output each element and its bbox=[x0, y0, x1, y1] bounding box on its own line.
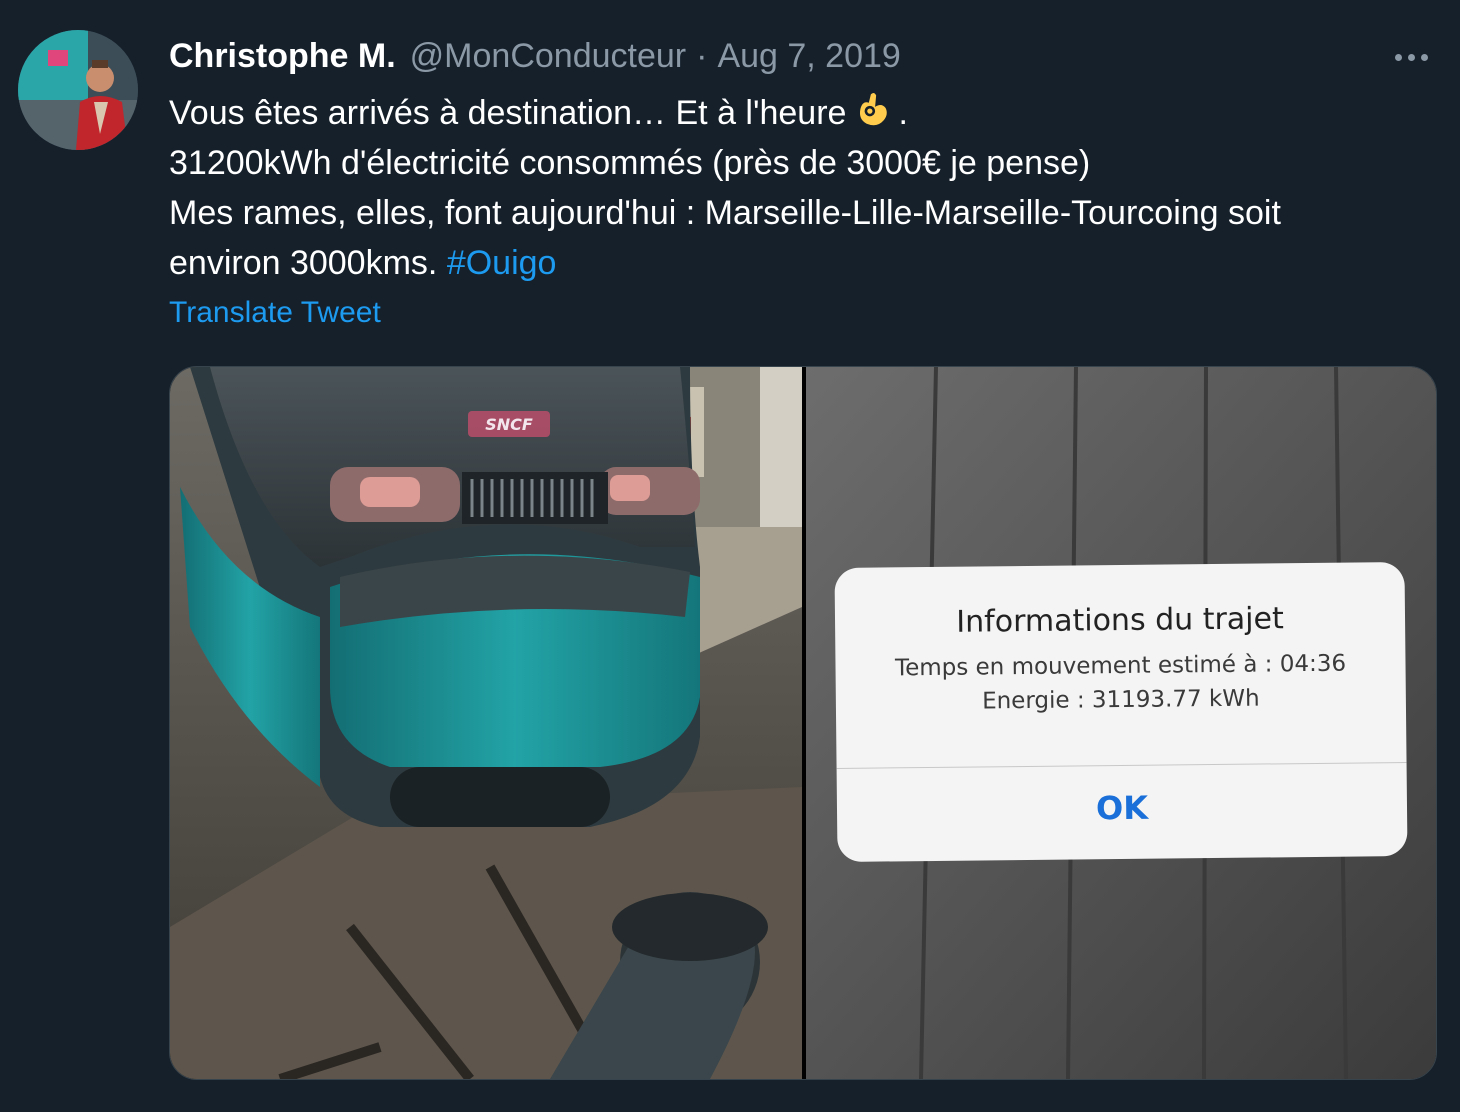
avatar-image bbox=[18, 30, 138, 150]
screen-photo[interactable]: Informations du trajet Temps en mouvemen… bbox=[806, 367, 1436, 1079]
tweet-text-segment: environ 3000kms. bbox=[169, 244, 438, 282]
train-photo[interactable]: SNCF bbox=[170, 367, 802, 1079]
tweet: Christophe M. @MonConducteur · Aug 7, 20… bbox=[0, 0, 1460, 1112]
display-name[interactable]: Christophe M. bbox=[169, 37, 396, 76]
dialog-divider bbox=[836, 762, 1407, 769]
avatar[interactable] bbox=[18, 30, 138, 150]
more-dot bbox=[1407, 53, 1415, 61]
tweet-text-line-4: environ 3000kms. #Ouigo bbox=[169, 238, 1439, 288]
dialog-ok-button: OK bbox=[1095, 788, 1149, 828]
dialog-time-estimate: Temps en mouvement estimé à : 04:36 bbox=[894, 650, 1347, 682]
tweet-text: Vous êtes arrivés à destination… Et à l'… bbox=[169, 88, 1439, 288]
separator-dot: · bbox=[696, 36, 708, 75]
tweet-text-line-1: Vous êtes arrivés à destination… Et à l'… bbox=[169, 88, 1439, 138]
dialog-title: Informations du trajet bbox=[956, 601, 1284, 640]
hashtag-link[interactable]: #Ouigo bbox=[447, 244, 557, 282]
sncf-logo: SNCF bbox=[485, 415, 533, 434]
translate-tweet-link[interactable]: Translate Tweet bbox=[169, 296, 381, 330]
tweet-text-line-3: Mes rames, elles, font aujourd'hui : Mar… bbox=[169, 194, 1281, 232]
more-dot bbox=[1420, 53, 1428, 61]
dialog-energy: Energie : 31193.77 kWh bbox=[981, 685, 1260, 715]
ok-hand-emoji-icon bbox=[860, 92, 888, 126]
tweet-date[interactable]: Aug 7, 2019 bbox=[717, 37, 900, 76]
tweet-text-segment: Vous êtes arrivés à destination… Et à l'… bbox=[169, 94, 847, 132]
media-grid: SNCF Informations du trajet Temps en mou… bbox=[169, 366, 1437, 1080]
more-dot bbox=[1394, 53, 1402, 61]
train-photo-image: SNCF bbox=[170, 367, 802, 1079]
tweet-header: Christophe M. @MonConducteur · Aug 7, 20… bbox=[169, 34, 901, 78]
trip-info-dialog: Informations du trajet Temps en mouvemen… bbox=[834, 562, 1408, 862]
more-options-icon[interactable] bbox=[1386, 42, 1436, 72]
tweet-text-line-2: 31200kWh d'électricité consommés (près d… bbox=[169, 144, 1091, 182]
user-handle[interactable]: @MonConducteur bbox=[410, 37, 686, 76]
tweet-text-period: . bbox=[898, 94, 908, 132]
